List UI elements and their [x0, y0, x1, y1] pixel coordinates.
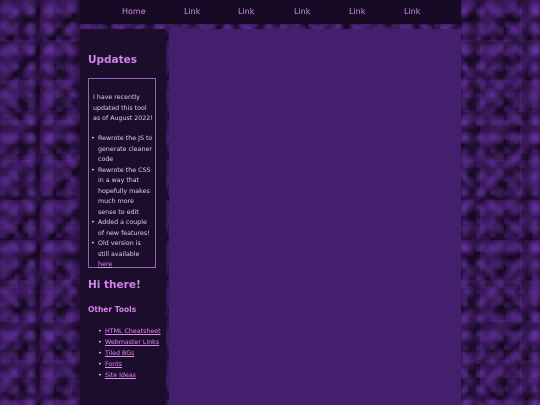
nav-link-1[interactable]: Link	[184, 7, 200, 16]
main-content	[169, 29, 461, 405]
tool-list-item: HTML Cheatsheet	[98, 326, 161, 337]
nav-link-3[interactable]: Link	[294, 7, 310, 16]
top-navigation: Home Link Link Link Link Link	[80, 0, 461, 24]
tool-list-item: Webmaster Links	[98, 337, 161, 348]
update-item: Rewrote the JS to generate cleaner code	[91, 134, 153, 166]
tool-list-item: Tiled BGs	[98, 348, 161, 359]
tool-link-html-cheatsheet[interactable]: HTML Cheatsheet	[105, 328, 161, 335]
updates-intro: I have recently updated this tool as of …	[93, 94, 153, 122]
tools-list: HTML Cheatsheet Webmaster Links Tiled BG…	[98, 326, 161, 381]
update-item-text: Old version is still available	[98, 240, 141, 258]
updates-box: I have recently updated this tool as of …	[88, 78, 156, 268]
nav-link-5[interactable]: Link	[404, 7, 420, 16]
update-item: Rewrote the CSS in a way that hopefully …	[91, 166, 153, 219]
tool-link-site-ideas[interactable]: Site Ideas	[105, 372, 136, 379]
tool-link-fonts[interactable]: Fonts	[105, 361, 122, 368]
tool-list-item: Fonts	[98, 359, 161, 370]
nav-link-2[interactable]: Link	[238, 7, 254, 16]
greeting-heading: Hi there!	[88, 279, 141, 291]
nav-link-home[interactable]: Home	[122, 7, 146, 16]
tool-link-tiled-bgs[interactable]: Tiled BGs	[105, 350, 134, 357]
sidebar: Updates I have recently updated this too…	[80, 29, 166, 405]
tool-link-webmaster-links[interactable]: Webmaster Links	[105, 339, 159, 346]
update-item: Added a couple of new features!	[91, 218, 153, 239]
tool-list-item: Site Ideas	[98, 370, 161, 381]
update-item-old-version: Old version is still available here	[91, 239, 153, 271]
nav-link-4[interactable]: Link	[349, 7, 365, 16]
old-version-link[interactable]: here	[98, 261, 112, 268]
updates-heading: Updates	[88, 54, 138, 66]
updates-list: Rewrote the JS to generate cleaner code …	[89, 134, 153, 271]
other-tools-heading: Other Tools	[88, 305, 137, 314]
